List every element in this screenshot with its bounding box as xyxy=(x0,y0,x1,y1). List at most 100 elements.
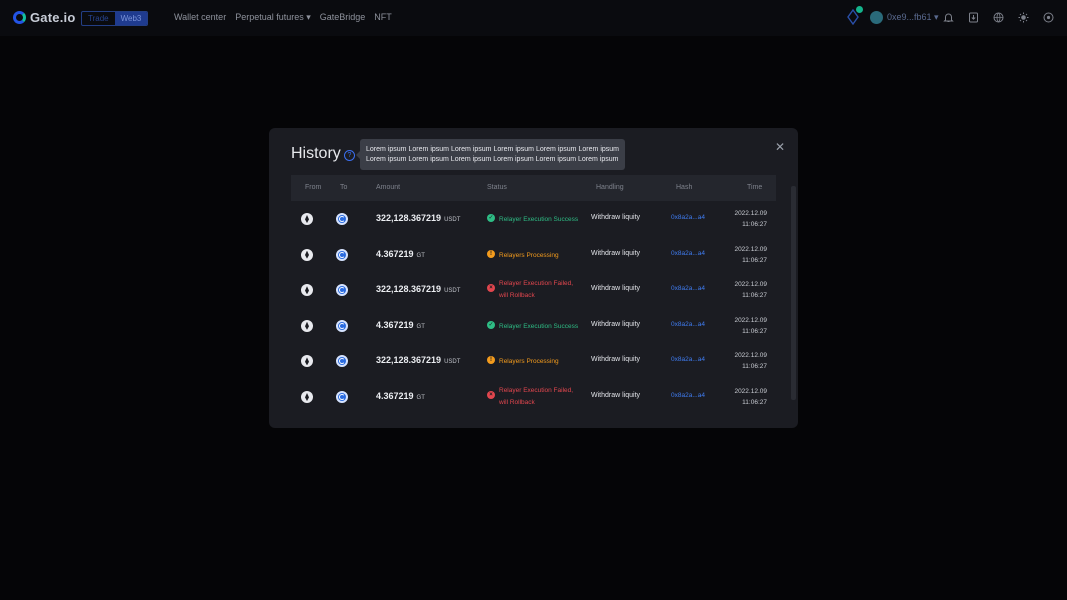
table-row[interactable]: 322,128.367219 USDT × Relayer Execution F… xyxy=(291,272,776,308)
help-icon[interactable]: ? xyxy=(344,150,355,161)
status-text: Relayer Execution Failed, will Rollback xyxy=(499,387,574,406)
amount-value: 322,128.367219 USDT xyxy=(376,213,461,223)
mode-switch: Trade Web3 xyxy=(81,11,149,26)
main-nav: Wallet center Perpetual futures ▾ GateBr… xyxy=(174,12,392,23)
timestamp: 2022.12.09 11:06:27 xyxy=(734,245,767,264)
handling-text: Withdraw liquity xyxy=(591,392,641,399)
timestamp: 2022.12.09 11:06:27 xyxy=(734,316,767,335)
settings-icon[interactable] xyxy=(1043,12,1054,23)
handling-text: Withdraw liquity xyxy=(591,285,641,293)
table-row[interactable]: 322,128.367219 USDT ✓ Relayer Execution S… xyxy=(291,201,776,237)
history-modal: History ? Lorem ipsum Lorem ipsum Lorem … xyxy=(269,128,798,428)
ethereum-icon xyxy=(301,391,313,403)
col-from: From xyxy=(305,184,322,191)
mode-trade[interactable]: Trade xyxy=(82,12,115,25)
amount-unit: GT xyxy=(416,323,425,330)
amount-unit: USDT xyxy=(444,359,461,366)
help-tooltip: Lorem ipsum Lorem ipsum Lorem ipsum Lore… xyxy=(356,139,625,170)
ethereum-icon xyxy=(301,319,313,332)
nav-perpetual-futures[interactable]: Perpetual futures ▾ xyxy=(235,12,311,23)
nav-wallet-center[interactable]: Wallet center xyxy=(174,12,226,23)
amount-unit: GT xyxy=(416,395,425,401)
gatechain-icon xyxy=(336,248,348,261)
brand-name: Gate.io xyxy=(30,10,76,25)
col-to: To xyxy=(340,184,348,191)
bell-icon[interactable] xyxy=(943,12,954,23)
amount-value: 4.367219 GT xyxy=(376,248,425,259)
status-icon: × xyxy=(487,391,495,399)
ethereum-icon xyxy=(301,213,313,225)
handling-text: Withdraw liquity xyxy=(591,320,641,328)
amount-value: 4.367219 GT xyxy=(376,319,425,330)
table-row[interactable]: 322,128.367219 USDT ! Relayers Processing… xyxy=(291,343,776,379)
status-text: Relayers Processing xyxy=(499,358,559,366)
status-text: Relayer Execution Success xyxy=(499,216,579,223)
hash-link[interactable]: 0x8a2a...a4 xyxy=(671,285,705,292)
col-time: Time xyxy=(747,184,763,191)
status-text: Relayer Execution Failed, will Rollback xyxy=(499,280,574,300)
status-text: Relayers Processing xyxy=(499,251,559,259)
nav-gatebridge[interactable]: GateBridge xyxy=(320,12,366,23)
status-icon: ✓ xyxy=(487,320,495,329)
hash-link[interactable]: 0x8a2a...a4 xyxy=(671,214,705,221)
status-icon: ✓ xyxy=(487,214,495,222)
handling-text: Withdraw liquity xyxy=(591,249,641,257)
account-address: 0xe9...fb61 ▾ xyxy=(887,12,939,22)
hash-link[interactable]: 0x8a2a...a4 xyxy=(671,250,705,257)
status-badge: × Relayer Execution Failed, will Rollbac… xyxy=(487,278,573,302)
status-badge: ✓ Relayer Execution Success xyxy=(487,320,579,333)
gateio-logo[interactable]: Gate.io xyxy=(13,10,75,25)
theme-icon[interactable] xyxy=(1018,12,1029,23)
handling-text: Withdraw liquity xyxy=(591,214,641,221)
status-badge: ✓ Relayer Execution Success xyxy=(487,214,578,226)
timestamp: 2022.12.09 11:06:27 xyxy=(734,352,767,371)
timestamp: 2022.12.09 11:06:27 xyxy=(734,210,767,228)
account-dropdown[interactable]: 0xe9...fb61 ▾ xyxy=(870,11,939,24)
table-header: From To Amount Status Handling Hash Time xyxy=(291,175,776,201)
hash-link[interactable]: 0x8a2a...a4 xyxy=(671,356,705,363)
amount-unit: GT xyxy=(416,252,425,259)
col-amount: Amount xyxy=(376,184,401,191)
download-icon[interactable] xyxy=(968,12,979,23)
col-status: Status xyxy=(487,184,507,191)
network-status-dot xyxy=(856,6,863,13)
account-avatar xyxy=(870,11,883,24)
handling-text: Withdraw liquity xyxy=(591,356,641,364)
nav-nft[interactable]: NFT xyxy=(374,12,392,23)
mode-web3[interactable]: Web3 xyxy=(114,12,148,25)
top-bar: Gate.io Trade Web3 Wallet center Perpetu… xyxy=(0,0,1067,36)
status-badge: ! Relayers Processing xyxy=(487,356,559,368)
col-handling: Handling xyxy=(596,184,624,191)
hash-link[interactable]: 0x8a2a...a4 xyxy=(671,392,705,399)
gatechain-icon xyxy=(336,284,348,297)
ethereum-icon xyxy=(301,284,313,297)
status-text: Relayer Execution Success xyxy=(499,322,579,330)
gatechain-icon xyxy=(336,319,348,332)
ethereum-icon xyxy=(301,355,313,368)
table-row[interactable]: 4.367219 GT × Relayer Execution Failed, w… xyxy=(291,379,776,415)
status-badge: ! Relayers Processing xyxy=(487,249,559,262)
gateio-logo-icon xyxy=(13,11,26,24)
globe-icon[interactable] xyxy=(993,12,1004,23)
table-row[interactable]: 4.367219 GT ✓ Relayer Execution Success W… xyxy=(291,308,776,344)
col-hash: Hash xyxy=(676,184,693,191)
gatechain-icon xyxy=(336,213,348,225)
amount-value: 322,128.367219 USDT xyxy=(376,355,461,366)
timestamp: 2022.12.09 11:06:27 xyxy=(734,388,767,406)
hash-link[interactable]: 0x8a2a...a4 xyxy=(671,321,705,328)
gatechain-icon xyxy=(336,355,348,368)
amount-unit: USDT xyxy=(444,217,461,223)
gatechain-icon xyxy=(336,391,348,403)
ethereum-icon xyxy=(301,248,313,261)
timestamp: 2022.12.09 11:06:27 xyxy=(734,281,767,300)
close-icon[interactable]: ✕ xyxy=(775,140,785,154)
modal-title: History xyxy=(291,145,341,162)
amount-value: 4.367219 GT xyxy=(376,391,425,401)
status-icon: ! xyxy=(487,249,495,258)
status-badge: × Relayer Execution Failed, will Rollbac… xyxy=(487,385,573,409)
table-row[interactable]: 4.367219 GT ! Relayers Processing Withdra… xyxy=(291,237,776,273)
amount-unit: USDT xyxy=(444,288,461,295)
table-scrollbar[interactable] xyxy=(791,186,796,400)
status-icon: × xyxy=(487,284,495,293)
status-icon: ! xyxy=(487,356,495,365)
